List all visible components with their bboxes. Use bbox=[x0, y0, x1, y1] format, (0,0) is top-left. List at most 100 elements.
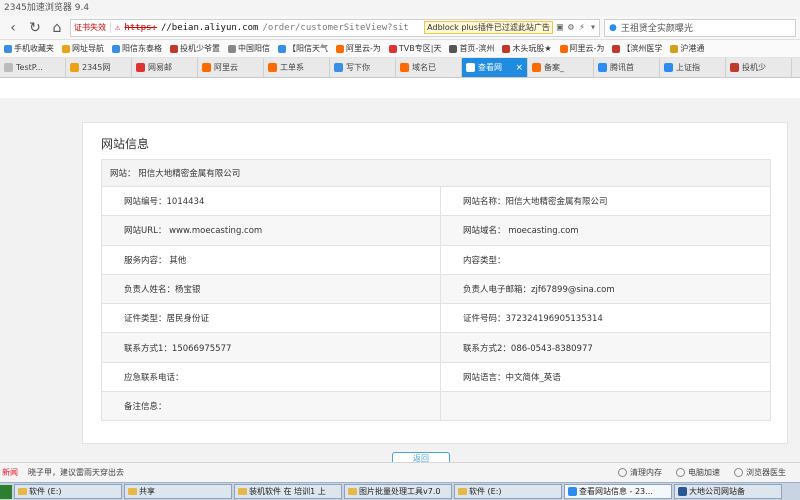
tab-label: 查看网 bbox=[478, 63, 502, 72]
info-cell-left: 联系方式1：15066975577 bbox=[101, 332, 441, 363]
status-tool[interactable]: 浏览器医生 bbox=[734, 467, 786, 478]
bookmark-icon bbox=[670, 44, 679, 53]
table-row: 负责人姓名：杨宝银 负责人电子邮箱：zjf67899@sina.com bbox=[101, 273, 771, 305]
bookmark-icon bbox=[502, 44, 511, 53]
tab-favicon-icon bbox=[730, 63, 739, 72]
tab-label: 网易邮 bbox=[148, 63, 172, 72]
bookmark-label: 【滨州医学 bbox=[622, 44, 663, 53]
bookmark-item[interactable]: TVB专区|天 bbox=[388, 43, 441, 54]
tab-label: 投机少 bbox=[742, 63, 766, 72]
info-cell-right: 内容类型： bbox=[440, 244, 771, 275]
browser-tab[interactable]: 上证指 bbox=[660, 58, 726, 77]
browser-tab[interactable]: 网易邮 bbox=[132, 58, 198, 77]
bookmark-item[interactable]: 手机收藏夹 bbox=[4, 43, 54, 54]
taskbar-item[interactable]: 装机软件 在 培训1 上 bbox=[234, 484, 342, 499]
extension-icon[interactable]: ▣ bbox=[557, 22, 563, 33]
website-name: 网站： 阳信大地精密金属有限公司 bbox=[101, 159, 771, 187]
bookmark-item[interactable]: 阳信东泰格 bbox=[112, 43, 162, 54]
browser-tab[interactable]: 写下你 bbox=[330, 58, 396, 77]
start-button[interactable] bbox=[0, 484, 12, 499]
bookmark-icon bbox=[112, 44, 120, 53]
home-icon[interactable]: ⌂ bbox=[48, 19, 66, 37]
certificate-warning[interactable]: 证书失效 bbox=[74, 22, 111, 33]
bookmark-item[interactable]: 【滨州医学 bbox=[612, 43, 662, 54]
info-cell-left: 网站URL： www.moecasting.com bbox=[101, 215, 441, 246]
status-tool[interactable]: 电脑加速 bbox=[676, 467, 720, 478]
browser-tab[interactable]: 阿里云 bbox=[198, 58, 264, 77]
bookmark-item[interactable]: 首页-滨州 bbox=[449, 43, 494, 54]
bookmark-label: 阿里云-为 bbox=[569, 44, 605, 53]
bookmark-item[interactable]: 投机少爷置 bbox=[170, 43, 220, 54]
bookmark-label: 沪港通 bbox=[680, 44, 705, 53]
tab-label: 上证指 bbox=[676, 63, 700, 72]
bookmark-item[interactable]: 木头玩股★ bbox=[502, 43, 552, 54]
lightning-icon[interactable]: ⚡ bbox=[579, 22, 585, 33]
status-tool-label: 电脑加速 bbox=[688, 468, 720, 477]
table-row: 网站编号：1014434 网站名称：阳信大地精密金属有限公司 bbox=[101, 185, 771, 217]
news-label[interactable]: 新闻 bbox=[0, 467, 18, 478]
browser-tab[interactable]: TestP... bbox=[0, 58, 66, 77]
taskbar-label: 共享 bbox=[139, 487, 155, 496]
browser-tab[interactable]: 查看网 × bbox=[462, 58, 528, 77]
chevron-down-icon[interactable]: ▾ bbox=[590, 22, 596, 33]
back-button[interactable]: 返回 bbox=[392, 452, 450, 462]
bookmark-item[interactable]: 网址导航 bbox=[62, 43, 104, 54]
browser-tab[interactable]: 备案_ bbox=[528, 58, 594, 77]
search-input[interactable]: 王祖贤全实颜曝光 bbox=[621, 21, 693, 34]
search-engine-icon[interactable]: ● bbox=[609, 23, 617, 33]
info-cell-right: 负责人电子邮箱：zjf67899@sina.com bbox=[440, 273, 771, 305]
browser-tab[interactable]: 域名已 bbox=[396, 58, 462, 77]
status-message[interactable]: 晓子甲，建议雷雨天穿出去 bbox=[28, 467, 124, 478]
browser-tab[interactable]: 投机少 bbox=[726, 58, 792, 77]
browser-tab[interactable]: 工单系 bbox=[264, 58, 330, 77]
navigation-bar: ‹ ↻ ⌂ 证书失效 ⚠ https://beian.aliyun.com/or… bbox=[0, 16, 800, 40]
folder-icon bbox=[128, 488, 137, 495]
bookmark-item[interactable]: 阿里云-为 bbox=[336, 43, 381, 54]
bookmark-icon bbox=[336, 44, 344, 53]
refresh-icon[interactable]: ↻ bbox=[26, 19, 44, 37]
bookmark-item[interactable]: 阿里云-为 bbox=[559, 43, 605, 54]
taskbar-item[interactable]: 软件 (E:) bbox=[14, 484, 122, 499]
bookmark-item[interactable]: 中国阳信 bbox=[228, 43, 270, 54]
bookmark-label: 木头玩股★ bbox=[512, 44, 552, 53]
bookmark-icon bbox=[4, 44, 12, 53]
bookmark-item[interactable]: 沪港通 bbox=[670, 43, 704, 54]
adblock-notice[interactable]: Adblock plus插件已过滤此站广告 bbox=[424, 21, 553, 34]
table-row: 服务内容： 其他 内容类型： bbox=[101, 244, 771, 275]
browser-tab[interactable]: 2345网 bbox=[66, 58, 132, 77]
taskbar-item[interactable]: 图片批量处理工具v7.0 bbox=[344, 484, 452, 499]
address-bar[interactable]: 证书失效 ⚠ https://beian.aliyun.com/order/cu… bbox=[70, 18, 600, 37]
url-host: //beian.aliyun.com bbox=[160, 22, 259, 33]
tab-favicon-icon bbox=[598, 63, 607, 72]
taskbar: 软件 (E:) 共享 装机软件 在 培训1 上 图片批量处理工具v7.0 软件 (E:)… bbox=[0, 482, 800, 500]
taskbar-item[interactable]: 大地公司网站备 bbox=[674, 484, 782, 499]
status-tool[interactable]: 清理内存 bbox=[618, 467, 662, 478]
info-cell-right: 网站语言：中文简体_英语 bbox=[440, 361, 771, 393]
site-info-card: 网站信息 网站： 阳信大地精密金属有限公司 网站编号：1014434 网站名称：阳… bbox=[82, 122, 788, 444]
taskbar-label: 软件 (E:) bbox=[29, 487, 62, 496]
bookmark-icon bbox=[559, 44, 568, 53]
bookmark-item[interactable]: 【阳信天气 bbox=[278, 43, 328, 54]
taskbar-item[interactable]: 软件 (E:) bbox=[454, 484, 562, 499]
bookmark-icon bbox=[449, 44, 458, 53]
search-box[interactable]: ● 王祖贤全实颜曝光 bbox=[604, 18, 796, 37]
browser-tab[interactable]: 腾讯首 bbox=[594, 58, 660, 77]
bookmark-label: 首页-滨州 bbox=[459, 44, 495, 53]
url-path: /order/customerSiteView?sit bbox=[262, 22, 409, 33]
address-tools: ▣ ⚙ ⚡ ▾ bbox=[557, 22, 596, 33]
tab-label: TestP... bbox=[16, 63, 43, 72]
status-tool-label: 浏览器医生 bbox=[746, 468, 786, 477]
website-row: 网站： 阳信大地精密金属有限公司 bbox=[101, 159, 771, 187]
compat-icon[interactable]: ⚙ bbox=[568, 22, 574, 33]
close-icon[interactable]: × bbox=[515, 63, 523, 73]
taskbar-item[interactable]: 共享 bbox=[124, 484, 232, 499]
taskbar-item[interactable]: 查看网站信息 - 23... bbox=[564, 484, 672, 499]
url-protocol: https: bbox=[124, 22, 157, 33]
info-cell-left: 服务内容： 其他 bbox=[101, 244, 441, 275]
back-icon[interactable]: ‹ bbox=[4, 19, 22, 37]
tab-favicon-icon bbox=[268, 63, 277, 72]
bookmark-label: 【阳信天气 bbox=[288, 44, 328, 53]
status-bar: 新闻 晓子甲，建议雷雨天穿出去 清理内存 电脑加速 浏览器医生 bbox=[0, 462, 800, 482]
info-cell-left: 证件类型：居民身份证 bbox=[101, 303, 441, 334]
bookmark-label: 中国阳信 bbox=[238, 44, 270, 53]
